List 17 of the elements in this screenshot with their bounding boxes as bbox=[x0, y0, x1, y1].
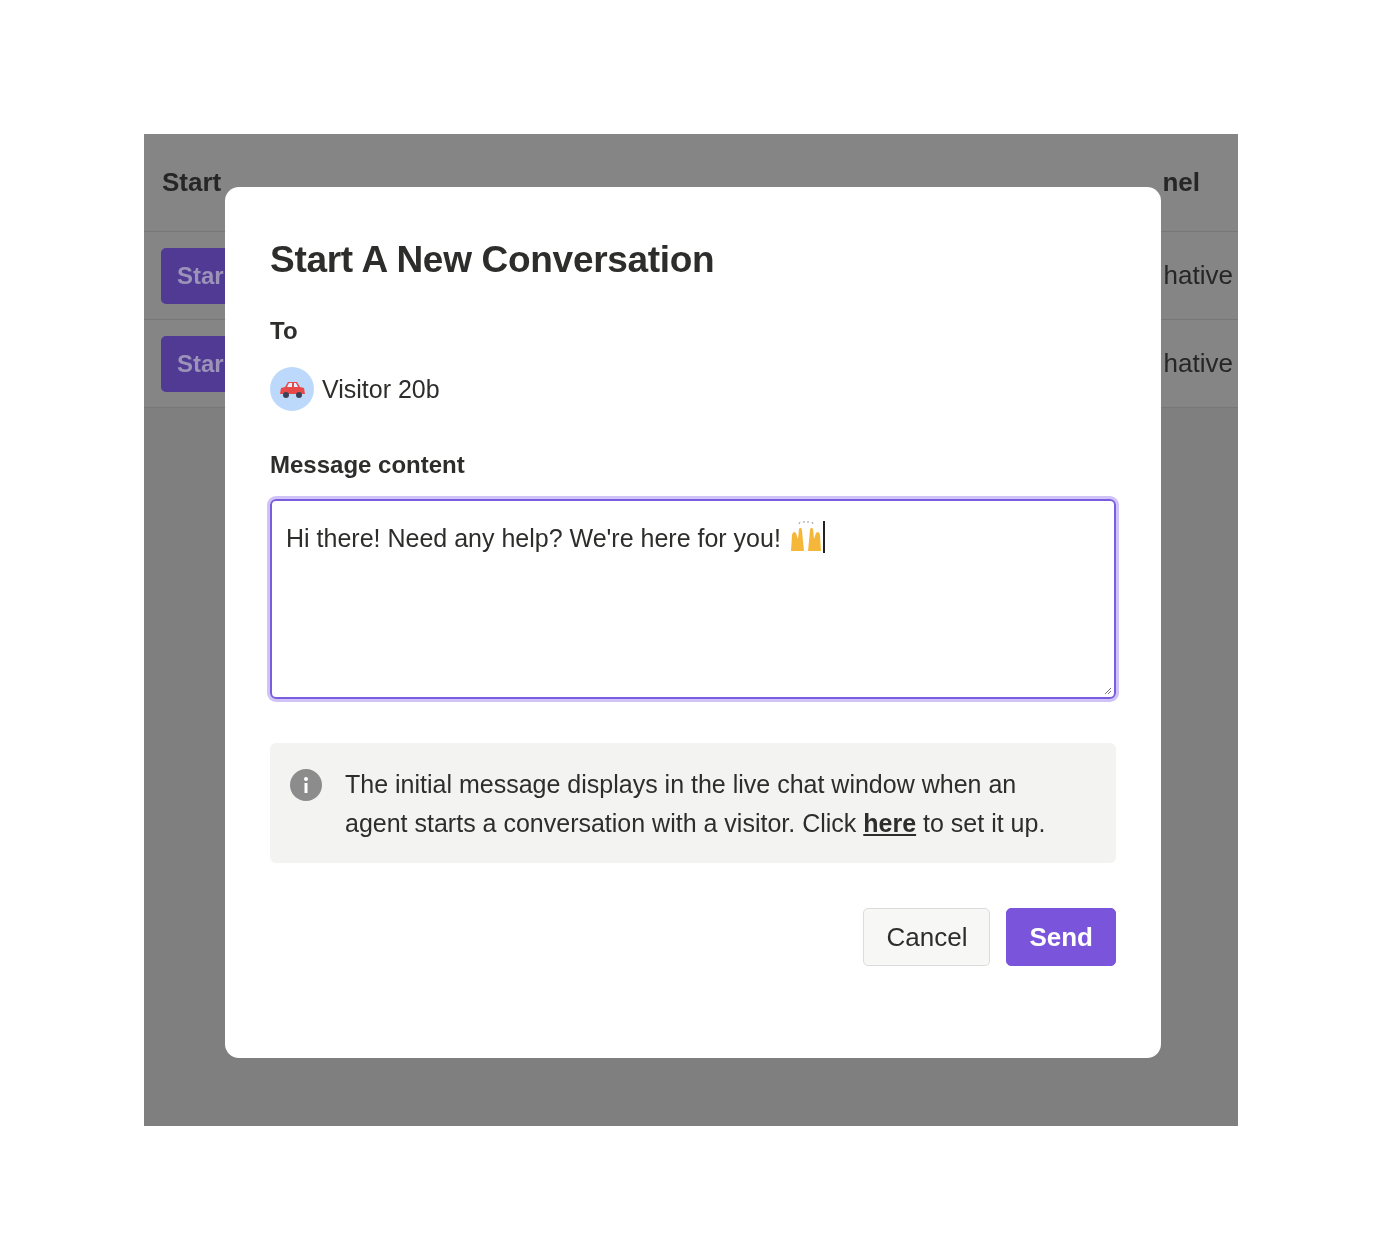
send-button[interactable]: Send bbox=[1006, 908, 1116, 966]
column-header: Start bbox=[162, 167, 222, 198]
raised-hands-icon bbox=[788, 521, 823, 553]
column-header: nel bbox=[1162, 167, 1200, 198]
car-avatar-icon bbox=[270, 367, 314, 411]
field-label: Message content bbox=[270, 450, 466, 480]
cancel-button[interactable]: Cancel bbox=[863, 908, 991, 966]
resize-handle-icon[interactable] bbox=[1102, 685, 1112, 695]
recipient-name: Visitor 20b bbox=[322, 374, 440, 404]
dialog-title: Start A New Conversation bbox=[270, 238, 716, 282]
info-text: The initial message displays in the live chat window when an agent starts a conversation with a visitor. Click here to set it up. bbox=[345, 769, 1047, 839]
table-cell: hative bbox=[1163, 348, 1233, 379]
info-icon bbox=[290, 769, 322, 801]
setup-link[interactable]: here bbox=[863, 809, 917, 837]
table-cell: hative bbox=[1163, 260, 1233, 291]
message-field[interactable]: Hi there! Need any help? We're here for you! bbox=[270, 499, 1116, 699]
field-label: To bbox=[270, 316, 299, 346]
